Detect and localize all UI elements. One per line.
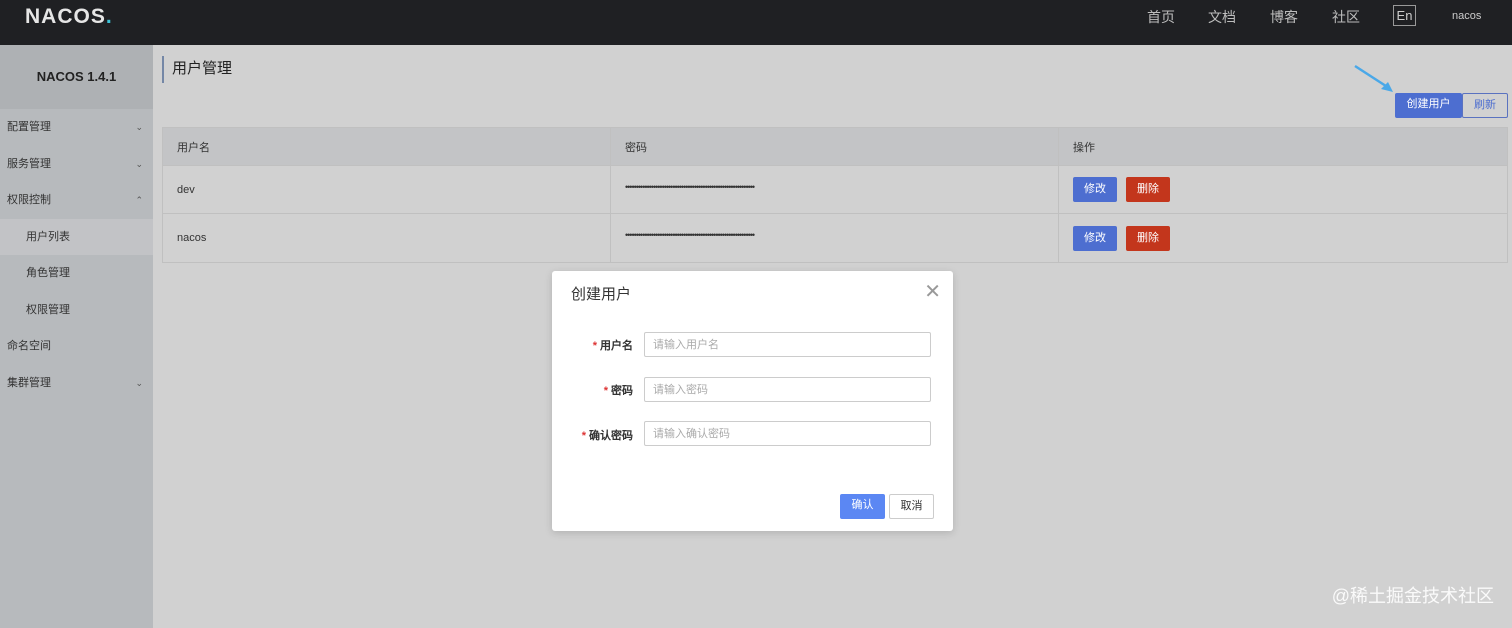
- chevron-down-icon: ⌄: [135, 122, 143, 132]
- language-toggle[interactable]: En: [1393, 5, 1416, 26]
- table-row: dev ••••••••••••••••••••••••••••••••••••…: [163, 166, 1507, 214]
- sidebar-item-user-list[interactable]: 用户列表: [0, 218, 153, 255]
- nav-blog[interactable]: 博客: [1270, 7, 1298, 27]
- cancel-button[interactable]: 取消: [889, 494, 934, 519]
- delete-button[interactable]: 删除: [1126, 177, 1170, 202]
- chevron-up-icon: ⌃: [135, 195, 143, 205]
- sidebar-item-service[interactable]: 服务管理 ⌄: [0, 146, 153, 183]
- chevron-down-icon: ⌄: [135, 158, 143, 169]
- user-menu[interactable]: nacos: [1452, 10, 1481, 22]
- table-header: 用户名 密码 操作: [163, 128, 1507, 166]
- column-password: 密码: [611, 128, 1059, 165]
- sidebar-item-config[interactable]: 配置管理 ⌄: [0, 109, 153, 146]
- password-input[interactable]: [644, 377, 931, 402]
- password-cell: ••••••••••••••••••••••••••••••••••••••••…: [625, 181, 755, 192]
- sidebar-item-permissions[interactable]: 权限管理: [0, 292, 153, 329]
- nav-docs[interactable]: 文档: [1208, 7, 1236, 27]
- edit-button[interactable]: 修改: [1073, 177, 1117, 202]
- sidebar-item-namespace[interactable]: 命名空间: [0, 328, 153, 365]
- version-label: NACOS 1.4.1: [0, 45, 153, 109]
- close-icon[interactable]: ✕: [924, 279, 941, 304]
- delete-button[interactable]: 删除: [1126, 225, 1170, 251]
- user-table: 用户名 密码 操作 dev ••••••••••••••••••••••••••…: [162, 127, 1508, 263]
- confirm-button[interactable]: 确认: [840, 494, 885, 519]
- refresh-button[interactable]: 刷新: [1462, 93, 1508, 118]
- nav-home[interactable]: 首页: [1147, 7, 1175, 27]
- table-row: nacos ••••••••••••••••••••••••••••••••••…: [163, 214, 1507, 262]
- nacos-logo[interactable]: NACOS.: [25, 5, 113, 29]
- column-username: 用户名: [163, 128, 611, 165]
- create-user-dialog: 创建用户 ✕ *用户名 *密码 *确认密码 确认 取消: [552, 271, 953, 531]
- confirm-password-input[interactable]: [644, 421, 931, 446]
- edit-button[interactable]: 修改: [1073, 225, 1117, 251]
- top-bar: NACOS. 首页 文档 博客 社区 En nacos: [0, 0, 1512, 45]
- column-actions: 操作: [1073, 141, 1095, 154]
- sidebar: NACOS 1.4.1 配置管理 ⌄ 服务管理 ⌄ 权限控制 ⌃ 用户列表 角色管理 …: [0, 45, 153, 628]
- create-user-button[interactable]: 创建用户: [1395, 93, 1462, 118]
- arrow-annotation-icon: [1354, 64, 1393, 92]
- confirm-password-label: * 确认密码: [581, 430, 633, 442]
- nav-community[interactable]: 社区: [1332, 7, 1360, 27]
- password-label: * 密码: [603, 385, 633, 397]
- page-title: 用户管理: [162, 56, 232, 83]
- password-cell: ••••••••••••••••••••••••••••••••••••••••…: [625, 230, 755, 240]
- chevron-down-icon: ⌄: [135, 377, 143, 388]
- username-input[interactable]: [644, 332, 931, 357]
- sidebar-item-auth[interactable]: 权限控制 ⌃: [0, 182, 153, 219]
- sidebar-item-cluster[interactable]: 集群管理 ⌄: [0, 365, 153, 402]
- username-cell: dev: [163, 166, 611, 213]
- dialog-title: 创建用户: [571, 286, 632, 303]
- watermark: @稀土掘金技术社区: [1331, 586, 1494, 606]
- username-cell: nacos: [163, 214, 611, 262]
- username-label: * 用户名: [592, 340, 633, 352]
- sidebar-item-roles[interactable]: 角色管理: [0, 255, 153, 292]
